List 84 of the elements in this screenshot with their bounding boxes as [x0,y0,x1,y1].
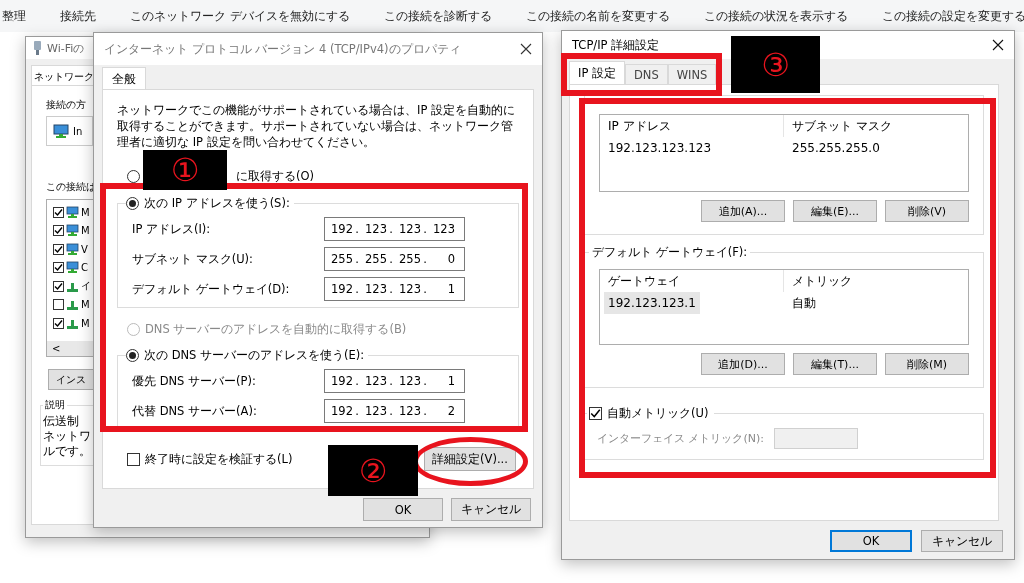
checkbox[interactable] [53,243,64,255]
radio-button[interactable] [126,348,139,362]
list-action-button[interactable]: 編集(T)... [793,353,877,375]
window-title: インターネット プロトコル バージョン 4 (TCP/IPv4)のプロパティ [104,41,461,57]
checkbox[interactable] [53,262,64,274]
description-text: 伝送制 [43,414,80,429]
checkbox[interactable] [53,225,64,237]
checkbox[interactable] [53,299,64,311]
list-item[interactable]: M [81,225,90,237]
ip-address-field[interactable]: 192 . 123 . 123 . 1 [324,369,465,393]
list-action-button[interactable]: 追加(A)... [701,200,785,222]
field-label: IP アドレス(I): [132,221,211,237]
step-number-label: ③ [731,36,820,93]
checkbox[interactable] [53,317,64,329]
toolbar-button[interactable]: この接続の状況を表示する [703,7,848,25]
group-title: 説明 [44,398,66,412]
close-icon[interactable] [992,39,1004,51]
toolbar-button[interactable]: このネットワーク デバイスを無効にする [130,7,350,25]
window-title: TCP/IP 詳細設定 [572,37,660,53]
checkbox[interactable] [127,452,140,466]
field-label: 代替 DNS サーバー(A): [132,403,257,419]
toolbar-button[interactable]: 接続先 [60,7,96,25]
table-cell[interactable]: 255.255.255.0 [784,137,968,159]
dialog-button[interactable]: キャンセル [451,498,531,521]
field-label: 優先 DNS サーバー(P): [132,373,256,389]
list-item[interactable]: C [81,262,88,274]
dialog-button[interactable]: OK [830,530,912,552]
field-label: サブネット マスク(U): [132,251,253,267]
toolbar-button[interactable]: 整理 [2,7,26,25]
field-label: インターフェイス メトリック(N): [597,431,764,446]
dialog-button[interactable]: キャンセル [921,530,1003,552]
advanced-button[interactable]: 詳細設定(V)... [424,447,516,471]
radio-label: 次の IP アドレスを使う(S): [144,195,290,211]
ip-address-field[interactable]: 192 . 123 . 123 . 2 [324,399,465,423]
toolbar-button[interactable]: この接続を診断する [383,7,492,25]
list-item[interactable]: イ [81,279,91,294]
list-item[interactable]: M [81,299,90,311]
ip-address-field[interactable]: 192 . 123 . 123 . 123 [324,217,465,241]
radio-button[interactable] [127,169,140,183]
checkbox-label: 自動メトリック(U) [607,405,709,421]
list-item[interactable]: V [81,243,88,255]
protocol-icon [66,298,79,312]
list-action-button[interactable]: 削除(M) [885,353,969,375]
list-item[interactable]: M [81,317,90,329]
field-label: デフォルト ゲートウェイ(D): [132,281,290,297]
close-icon[interactable] [520,43,532,55]
list-action-button[interactable]: 削除(V) [885,200,969,222]
table-cell[interactable]: 192.123.123.1 [604,292,700,314]
section-label: 接続の方 [46,98,86,112]
install-button[interactable]: インス [48,369,94,390]
group-title: デフォルト ゲートウェイ(F): [591,245,749,260]
ip-address-field[interactable]: 192 . 123 . 123 . 1 [324,277,465,301]
tab[interactable]: WINS [667,64,717,84]
tab[interactable]: IP 設定 [569,61,625,84]
description-text: ネットワ [43,429,92,444]
ip-address-field[interactable]: 255 . 255 . 255 . 0 [324,247,465,271]
list-item[interactable]: M [81,206,90,218]
radio-label: 次の DNS サーバーのアドレスを使う(E): [144,347,365,363]
tab[interactable]: 全般 [102,67,146,89]
table-cell[interactable]: 自動 [784,292,968,314]
radio-button[interactable] [126,196,139,210]
radio-label: に取得する(O) [236,168,315,184]
toolbar-button[interactable]: この接続の名前を変更する [525,7,670,25]
checkbox[interactable] [589,406,602,420]
list-action-button[interactable]: 追加(D)... [701,353,785,375]
checkbox[interactable] [53,280,64,292]
scrollbar[interactable]: < [47,341,93,356]
column-header[interactable]: メトリック [784,270,968,292]
step-number-label: ② [328,445,418,496]
toolbar-button[interactable]: この接続の設定を変更する [881,7,1024,25]
tab[interactable]: DNS [625,64,668,84]
dialog-button[interactable]: OK [363,498,443,521]
checkbox[interactable] [53,206,64,218]
step-number-label: ① [143,150,227,190]
table-cell[interactable]: 192.123.123.123 [600,137,784,159]
description-text: ネットワークでこの機能がサポートされている場合は、IP 設定を自動的に取得することができます。サポートされていない場合は、ネットワーク管理者に適切な IP 設定を問い合わせてください。 [117,102,516,150]
column-header[interactable]: サブネット マスク [784,115,968,137]
window-title: Wi-Fiの [47,40,85,56]
description-text: ルです。 [43,444,92,459]
radio-label: DNS サーバーのアドレスを自動的に取得する(B) [145,321,407,337]
adapter-field: In [46,116,93,146]
column-header[interactable]: IP アドレス [600,115,784,137]
list-action-button[interactable]: 編集(E)... [793,200,877,222]
checkbox-label: 終了時に設定を検証する(L) [145,451,293,467]
